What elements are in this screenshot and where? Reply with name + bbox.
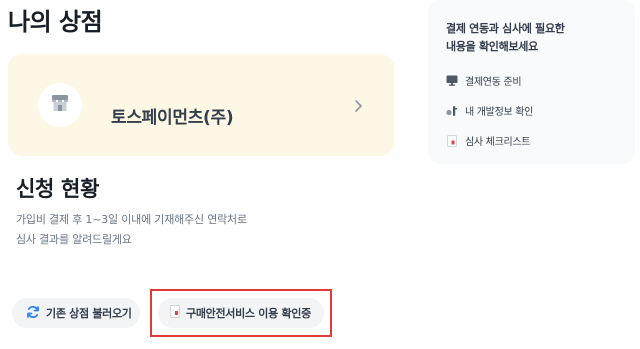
load-existing-shop-button[interactable]: 기존 상점 불러오기 [12, 298, 140, 328]
storefront-icon [50, 94, 70, 116]
description-line: 심사 결과를 알려드릴게요 [16, 233, 132, 246]
purchase-safety-check-label: 구매안전서비스 이용 확인중 [186, 307, 311, 320]
side-item-label: 내 개발정보 확인 [465, 107, 534, 118]
application-status-title: 신청 현황 [16, 177, 100, 201]
side-item-label: 결제연동 준비 [465, 77, 522, 88]
side-item-dev-info[interactable]: 내 개발정보 확인 [446, 103, 533, 118]
page-title: 나의 상점 [8, 8, 103, 36]
shop-avatar [38, 83, 82, 127]
load-existing-shop-label: 기존 상점 불러오기 [46, 307, 132, 320]
side-panel: 결제 연동과 심사에 필요한 내용을 확인해보세요 결제연동 준비 내 개발정보… [428, 0, 635, 164]
document-icon [170, 305, 180, 321]
refresh-icon [26, 305, 40, 322]
side-panel-title: 결제 연동과 심사에 필요한 내용을 확인해보세요 [446, 20, 565, 56]
side-item-payment-integration[interactable]: 결제연동 준비 [446, 73, 522, 88]
side-panel-title-line: 내용을 확인해보세요 [446, 40, 538, 53]
shop-name: 토스페이먼츠(주) [111, 108, 234, 128]
chevron-right-icon [352, 98, 364, 112]
purchase-safety-check-button[interactable]: 구매안전서비스 이용 확인중 [158, 298, 324, 328]
monitor-icon [446, 75, 458, 87]
shop-card[interactable]: 토스페이먼츠(주) [8, 54, 394, 156]
side-item-label: 심사 체크리스트 [465, 137, 531, 148]
key-icon [446, 105, 458, 117]
checklist-icon [446, 134, 458, 147]
side-item-review-checklist[interactable]: 심사 체크리스트 [446, 133, 530, 148]
application-description: 가입비 결제 후 1~3일 이내에 기재해주신 연락처로 심사 결과를 알려드릴… [16, 210, 247, 250]
description-line: 가입비 결제 후 1~3일 이내에 기재해주신 연락처로 [16, 213, 247, 226]
side-panel-title-line: 결제 연동과 심사에 필요한 [446, 22, 565, 35]
